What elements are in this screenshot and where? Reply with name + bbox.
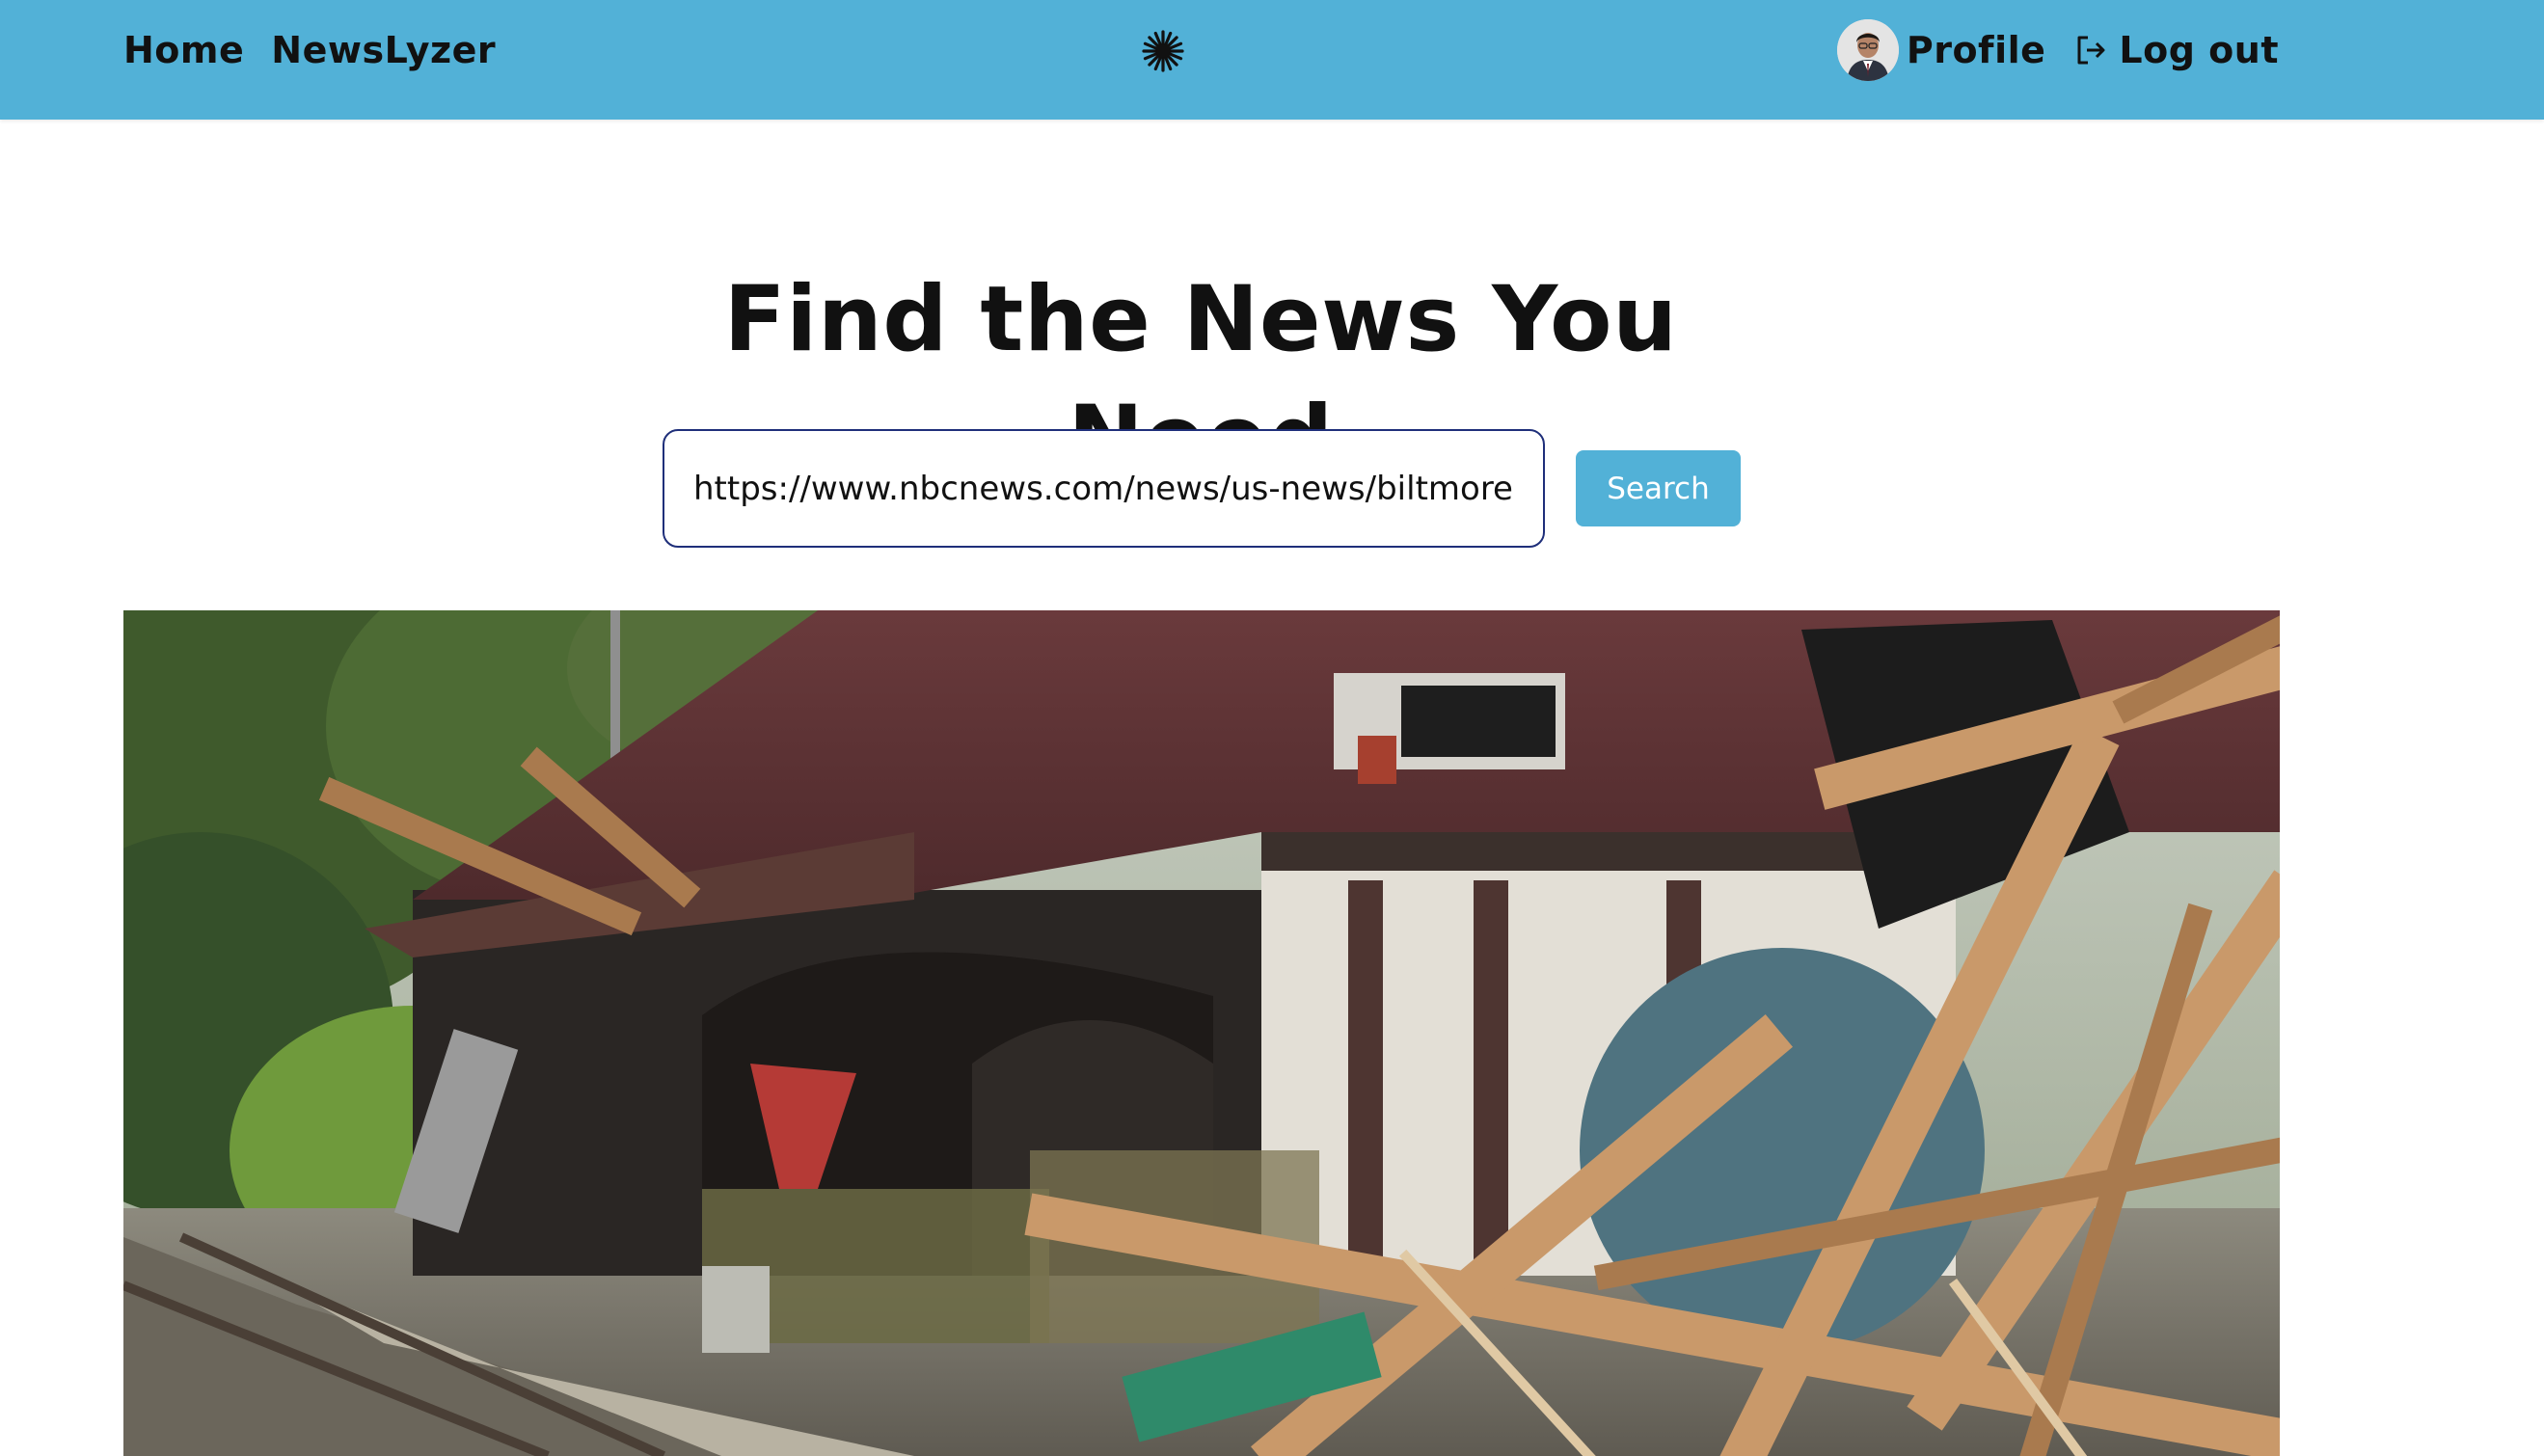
article-image [123,610,2280,1456]
avatar-image [1836,19,1899,81]
nav-brand-link[interactable]: NewsLyzer [271,29,496,71]
nav-left-group: Home NewsLyzer [123,0,496,100]
profile-label: Profile [1906,29,2046,71]
damaged-station-illustration [123,610,2280,1456]
profile-link[interactable]: Profile [1836,19,2046,81]
nav-home-link[interactable]: Home [123,29,244,71]
logout-label: Log out [2119,29,2279,71]
search-button[interactable]: Search [1576,450,1741,526]
log-out-icon [2077,36,2105,65]
top-navbar: Home NewsLyzer Profile Log out [0,0,2544,120]
url-search-input[interactable] [663,429,1545,548]
logout-link[interactable]: Log out [2074,29,2279,71]
nav-right-group: Profile Log out [1836,0,2279,100]
avatar[interactable] [1836,19,1899,81]
asterisk-icon[interactable] [1142,30,1184,72]
